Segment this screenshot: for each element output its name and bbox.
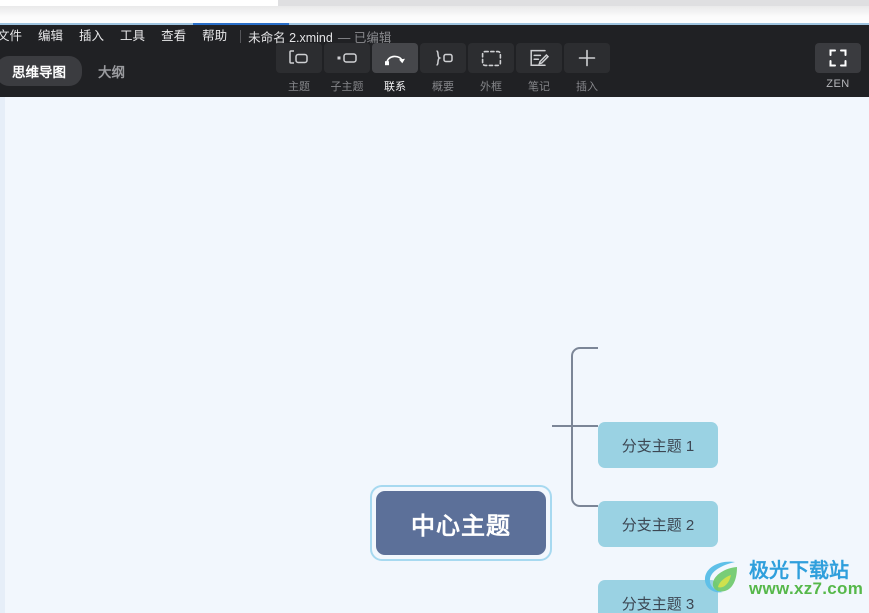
view-tab-group: 思维导图 大纲	[0, 56, 141, 86]
menu-item-insert[interactable]: 插入	[71, 25, 112, 47]
zen-mode-button[interactable]: ZEN	[815, 43, 861, 90]
central-topic-node[interactable]: 中心主题	[376, 491, 546, 555]
toolbar-button-notes[interactable]: 笔记	[516, 43, 562, 94]
toolbar-button-topic[interactable]: 主题	[276, 43, 322, 94]
toolbar-label-subtopic: 子主题	[330, 81, 364, 93]
tab-outline[interactable]: 大纲	[82, 56, 141, 86]
toolbar-button-relationship[interactable]: 联系	[372, 43, 418, 94]
toolbar-button-summary[interactable]: 概要	[420, 43, 466, 94]
mindmap-canvas[interactable]: 中心主题 分支主题 1 分支主题 2 分支主题 3 极光下载站 www.xz7.…	[0, 97, 869, 613]
toolbar-button-subtopic[interactable]: 子主题	[324, 43, 370, 94]
relationship-icon	[372, 43, 418, 73]
branch-topic-node-2[interactable]: 分支主题 2	[598, 501, 718, 547]
notes-icon	[516, 43, 562, 73]
toolbar-label-summary: 概要	[432, 81, 454, 93]
xmind-application-window: 文件 编辑 插入 工具 查看 帮助 未命名 2.xmind — 已编辑 思维导图…	[0, 0, 869, 613]
toolbar-label-topic: 主题	[288, 81, 310, 93]
toolbar-button-boundary[interactable]: 外框	[468, 43, 514, 94]
toolbar-label-notes: 笔记	[528, 81, 550, 93]
connector-branch-3	[571, 493, 598, 507]
summary-icon	[420, 43, 466, 73]
menu-item-file[interactable]: 文件	[0, 25, 30, 47]
menu-item-edit[interactable]: 编辑	[30, 25, 71, 47]
connector-branch-1	[571, 347, 598, 359]
plus-icon	[564, 43, 610, 73]
subtopic-icon	[324, 43, 370, 73]
branch-topic-node-3[interactable]: 分支主题 3	[598, 580, 718, 613]
menu-item-help[interactable]: 帮助	[194, 25, 235, 47]
toolbar-label-relationship: 联系	[384, 81, 406, 93]
toolbar-button-insert[interactable]: 插入	[564, 43, 610, 94]
boundary-icon	[468, 43, 514, 73]
topic-icon	[276, 43, 322, 73]
menu-item-tools[interactable]: 工具	[112, 25, 153, 47]
toolbar-label-boundary: 外框	[480, 81, 502, 93]
fullscreen-icon	[815, 43, 861, 73]
menu-item-view[interactable]: 查看	[153, 25, 194, 47]
toolbar: 主题 子主题 联系 概要 外框 笔记 插入	[276, 43, 610, 94]
branch-topic-node-1[interactable]: 分支主题 1	[598, 422, 718, 468]
tab-mindmap[interactable]: 思维导图	[0, 56, 82, 86]
zen-mode-label: ZEN	[826, 78, 850, 90]
toolbar-label-insert: 插入	[576, 81, 598, 93]
menu-divider	[240, 29, 242, 43]
